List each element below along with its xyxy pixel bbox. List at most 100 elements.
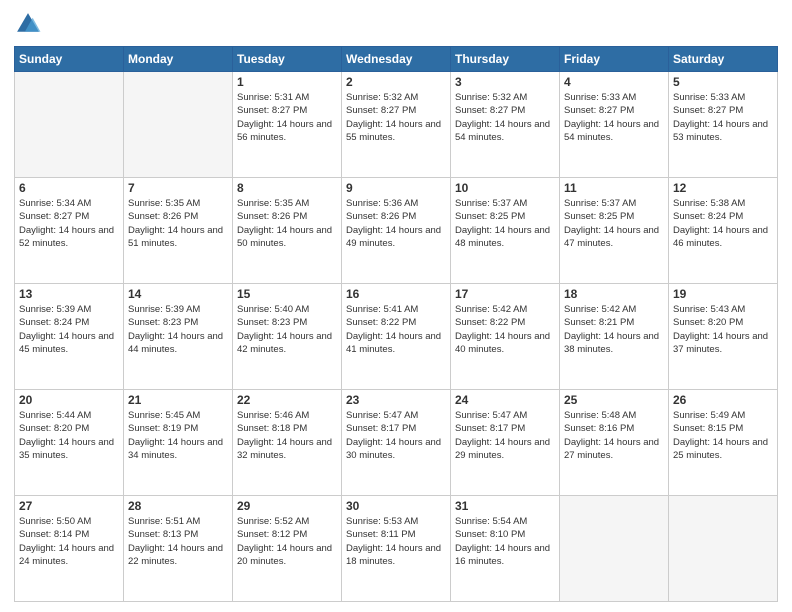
calendar-cell: 1 Sunrise: 5:31 AM Sunset: 8:27 PM Dayli… xyxy=(233,72,342,178)
day-info: Sunrise: 5:43 AM Sunset: 8:20 PM Dayligh… xyxy=(673,303,773,356)
day-number: 30 xyxy=(346,499,446,513)
calendar-cell: 2 Sunrise: 5:32 AM Sunset: 8:27 PM Dayli… xyxy=(342,72,451,178)
calendar-header-monday: Monday xyxy=(124,47,233,72)
calendar-cell: 20 Sunrise: 5:44 AM Sunset: 8:20 PM Dayl… xyxy=(15,390,124,496)
calendar-cell: 4 Sunrise: 5:33 AM Sunset: 8:27 PM Dayli… xyxy=(560,72,669,178)
calendar-table: SundayMondayTuesdayWednesdayThursdayFrid… xyxy=(14,46,778,602)
calendar-week-row: 1 Sunrise: 5:31 AM Sunset: 8:27 PM Dayli… xyxy=(15,72,778,178)
calendar-cell xyxy=(560,496,669,602)
calendar-cell: 13 Sunrise: 5:39 AM Sunset: 8:24 PM Dayl… xyxy=(15,284,124,390)
calendar-cell: 24 Sunrise: 5:47 AM Sunset: 8:17 PM Dayl… xyxy=(451,390,560,496)
day-info: Sunrise: 5:52 AM Sunset: 8:12 PM Dayligh… xyxy=(237,515,337,568)
calendar-header-friday: Friday xyxy=(560,47,669,72)
day-number: 20 xyxy=(19,393,119,407)
calendar-cell: 23 Sunrise: 5:47 AM Sunset: 8:17 PM Dayl… xyxy=(342,390,451,496)
calendar-week-row: 6 Sunrise: 5:34 AM Sunset: 8:27 PM Dayli… xyxy=(15,178,778,284)
day-number: 2 xyxy=(346,75,446,89)
calendar-cell: 30 Sunrise: 5:53 AM Sunset: 8:11 PM Dayl… xyxy=(342,496,451,602)
day-number: 6 xyxy=(19,181,119,195)
calendar-header-saturday: Saturday xyxy=(669,47,778,72)
day-number: 31 xyxy=(455,499,555,513)
calendar-cell: 11 Sunrise: 5:37 AM Sunset: 8:25 PM Dayl… xyxy=(560,178,669,284)
day-info: Sunrise: 5:39 AM Sunset: 8:23 PM Dayligh… xyxy=(128,303,228,356)
day-number: 18 xyxy=(564,287,664,301)
day-number: 25 xyxy=(564,393,664,407)
day-info: Sunrise: 5:40 AM Sunset: 8:23 PM Dayligh… xyxy=(237,303,337,356)
day-info: Sunrise: 5:37 AM Sunset: 8:25 PM Dayligh… xyxy=(564,197,664,250)
day-number: 7 xyxy=(128,181,228,195)
day-info: Sunrise: 5:54 AM Sunset: 8:10 PM Dayligh… xyxy=(455,515,555,568)
day-info: Sunrise: 5:53 AM Sunset: 8:11 PM Dayligh… xyxy=(346,515,446,568)
logo xyxy=(14,10,46,38)
day-number: 23 xyxy=(346,393,446,407)
calendar-header-sunday: Sunday xyxy=(15,47,124,72)
header xyxy=(14,10,778,38)
calendar-cell: 15 Sunrise: 5:40 AM Sunset: 8:23 PM Dayl… xyxy=(233,284,342,390)
day-info: Sunrise: 5:41 AM Sunset: 8:22 PM Dayligh… xyxy=(346,303,446,356)
calendar-header-tuesday: Tuesday xyxy=(233,47,342,72)
day-number: 24 xyxy=(455,393,555,407)
calendar-cell: 19 Sunrise: 5:43 AM Sunset: 8:20 PM Dayl… xyxy=(669,284,778,390)
day-number: 29 xyxy=(237,499,337,513)
day-info: Sunrise: 5:37 AM Sunset: 8:25 PM Dayligh… xyxy=(455,197,555,250)
day-info: Sunrise: 5:34 AM Sunset: 8:27 PM Dayligh… xyxy=(19,197,119,250)
calendar-cell: 7 Sunrise: 5:35 AM Sunset: 8:26 PM Dayli… xyxy=(124,178,233,284)
calendar-cell: 9 Sunrise: 5:36 AM Sunset: 8:26 PM Dayli… xyxy=(342,178,451,284)
day-info: Sunrise: 5:39 AM Sunset: 8:24 PM Dayligh… xyxy=(19,303,119,356)
day-number: 8 xyxy=(237,181,337,195)
calendar-cell xyxy=(124,72,233,178)
day-info: Sunrise: 5:35 AM Sunset: 8:26 PM Dayligh… xyxy=(237,197,337,250)
calendar-cell: 14 Sunrise: 5:39 AM Sunset: 8:23 PM Dayl… xyxy=(124,284,233,390)
calendar-cell: 5 Sunrise: 5:33 AM Sunset: 8:27 PM Dayli… xyxy=(669,72,778,178)
calendar-cell: 28 Sunrise: 5:51 AM Sunset: 8:13 PM Dayl… xyxy=(124,496,233,602)
calendar-cell: 3 Sunrise: 5:32 AM Sunset: 8:27 PM Dayli… xyxy=(451,72,560,178)
day-number: 27 xyxy=(19,499,119,513)
day-info: Sunrise: 5:45 AM Sunset: 8:19 PM Dayligh… xyxy=(128,409,228,462)
calendar-cell xyxy=(15,72,124,178)
calendar-cell: 25 Sunrise: 5:48 AM Sunset: 8:16 PM Dayl… xyxy=(560,390,669,496)
day-info: Sunrise: 5:47 AM Sunset: 8:17 PM Dayligh… xyxy=(346,409,446,462)
day-number: 4 xyxy=(564,75,664,89)
day-info: Sunrise: 5:32 AM Sunset: 8:27 PM Dayligh… xyxy=(346,91,446,144)
logo-icon xyxy=(14,10,42,38)
day-info: Sunrise: 5:33 AM Sunset: 8:27 PM Dayligh… xyxy=(564,91,664,144)
day-number: 1 xyxy=(237,75,337,89)
day-info: Sunrise: 5:51 AM Sunset: 8:13 PM Dayligh… xyxy=(128,515,228,568)
day-info: Sunrise: 5:35 AM Sunset: 8:26 PM Dayligh… xyxy=(128,197,228,250)
day-number: 21 xyxy=(128,393,228,407)
day-number: 17 xyxy=(455,287,555,301)
calendar-cell: 21 Sunrise: 5:45 AM Sunset: 8:19 PM Dayl… xyxy=(124,390,233,496)
calendar-cell: 18 Sunrise: 5:42 AM Sunset: 8:21 PM Dayl… xyxy=(560,284,669,390)
day-info: Sunrise: 5:46 AM Sunset: 8:18 PM Dayligh… xyxy=(237,409,337,462)
calendar-cell xyxy=(669,496,778,602)
day-info: Sunrise: 5:36 AM Sunset: 8:26 PM Dayligh… xyxy=(346,197,446,250)
day-info: Sunrise: 5:49 AM Sunset: 8:15 PM Dayligh… xyxy=(673,409,773,462)
day-number: 15 xyxy=(237,287,337,301)
day-number: 22 xyxy=(237,393,337,407)
day-info: Sunrise: 5:48 AM Sunset: 8:16 PM Dayligh… xyxy=(564,409,664,462)
day-info: Sunrise: 5:31 AM Sunset: 8:27 PM Dayligh… xyxy=(237,91,337,144)
day-number: 16 xyxy=(346,287,446,301)
day-number: 10 xyxy=(455,181,555,195)
calendar-week-row: 27 Sunrise: 5:50 AM Sunset: 8:14 PM Dayl… xyxy=(15,496,778,602)
calendar-cell: 8 Sunrise: 5:35 AM Sunset: 8:26 PM Dayli… xyxy=(233,178,342,284)
day-number: 13 xyxy=(19,287,119,301)
day-info: Sunrise: 5:42 AM Sunset: 8:22 PM Dayligh… xyxy=(455,303,555,356)
day-info: Sunrise: 5:38 AM Sunset: 8:24 PM Dayligh… xyxy=(673,197,773,250)
page: SundayMondayTuesdayWednesdayThursdayFrid… xyxy=(0,0,792,612)
day-number: 26 xyxy=(673,393,773,407)
day-number: 3 xyxy=(455,75,555,89)
calendar-header-wednesday: Wednesday xyxy=(342,47,451,72)
day-number: 12 xyxy=(673,181,773,195)
calendar-header-thursday: Thursday xyxy=(451,47,560,72)
calendar-week-row: 20 Sunrise: 5:44 AM Sunset: 8:20 PM Dayl… xyxy=(15,390,778,496)
day-info: Sunrise: 5:44 AM Sunset: 8:20 PM Dayligh… xyxy=(19,409,119,462)
calendar-cell: 26 Sunrise: 5:49 AM Sunset: 8:15 PM Dayl… xyxy=(669,390,778,496)
calendar-cell: 31 Sunrise: 5:54 AM Sunset: 8:10 PM Dayl… xyxy=(451,496,560,602)
day-number: 14 xyxy=(128,287,228,301)
calendar-week-row: 13 Sunrise: 5:39 AM Sunset: 8:24 PM Dayl… xyxy=(15,284,778,390)
calendar-cell: 29 Sunrise: 5:52 AM Sunset: 8:12 PM Dayl… xyxy=(233,496,342,602)
day-number: 5 xyxy=(673,75,773,89)
day-info: Sunrise: 5:50 AM Sunset: 8:14 PM Dayligh… xyxy=(19,515,119,568)
day-number: 28 xyxy=(128,499,228,513)
